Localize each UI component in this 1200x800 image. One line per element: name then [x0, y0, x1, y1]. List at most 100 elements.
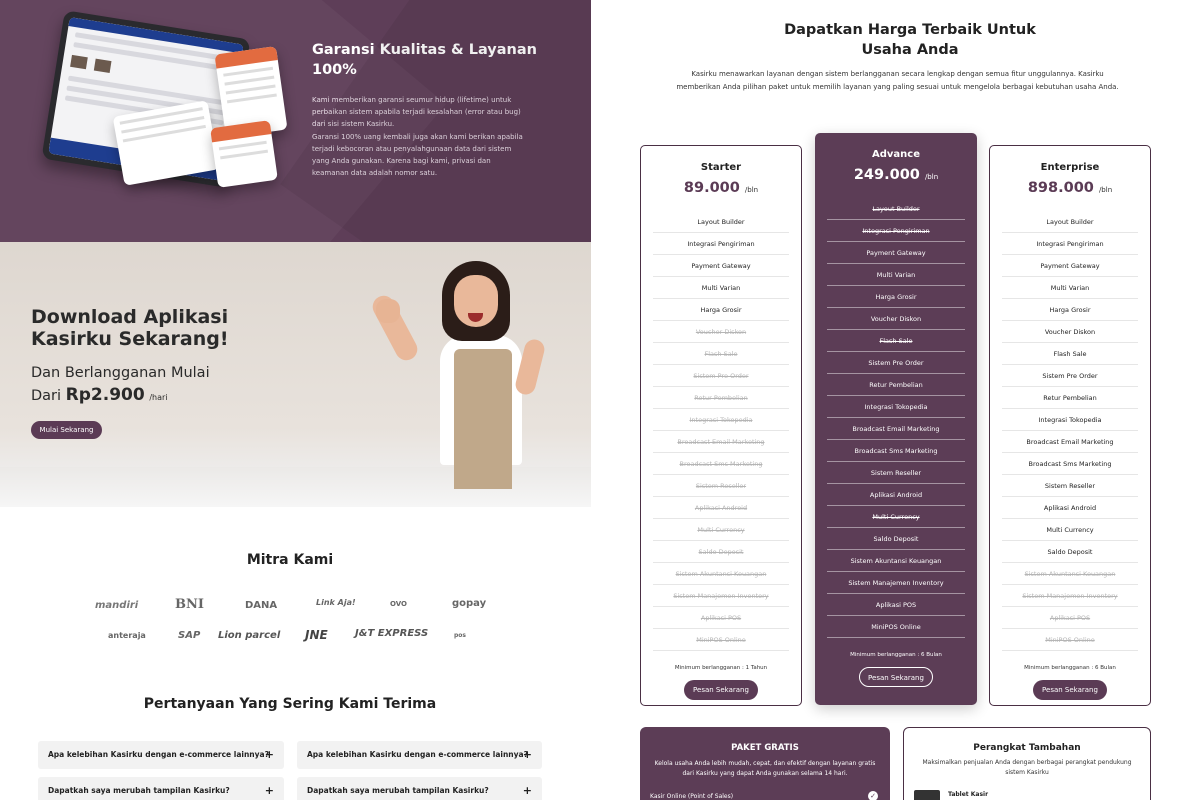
plan-feature: Harga Grosir [1002, 299, 1138, 321]
partners-title: Mitra Kami [246, 552, 334, 568]
tablet-icon [914, 790, 940, 800]
faq-item[interactable]: Apa kelebihan Kasirku dengan e-commerce … [297, 741, 542, 769]
guarantee-section: Garansi Kualitas & Layanan 100% Kami mem… [0, 0, 591, 242]
plan-feature: Aplikasi Android [653, 497, 789, 519]
extra-devices-card: Perangkat Tambahan Maksimalkan penjualan… [903, 727, 1151, 800]
faq-item[interactable]: Apa kelebihan Kasirku dengan e-commerce … [38, 741, 284, 769]
bni-logo: BNI [175, 597, 204, 612]
order-now-button[interactable]: Pesan Sekarang [1033, 680, 1107, 700]
guarantee-text-2: Garansi 100% uang kembali juga akan kami… [312, 133, 523, 177]
check-icon: ✓ [868, 791, 878, 800]
guarantee-title: Garansi Kualitas & Layanan 100% [312, 42, 537, 78]
download-subtitle: Dan Berlangganan Mulai Dari Rp2.900 /har… [31, 365, 210, 405]
plan-feature: Integrasi Tokopedia [1002, 409, 1138, 431]
order-now-button[interactable]: Pesan Sekarang [859, 667, 933, 687]
plan-card-starter: Starter 89.000 /bln Layout Builder Integras… [640, 145, 802, 706]
jne-logo: JNE [305, 628, 328, 642]
plan-feature: Layout Builder [827, 198, 965, 220]
plan-feature: Aplikasi Android [827, 484, 965, 506]
plan-feature: Retur Pembelian [653, 387, 789, 409]
plan-feature: Sistem Manajemen Inventory [653, 585, 789, 607]
plan-price: 249.000 /bln [853, 167, 939, 183]
plan-feature: MiniPOS Online [827, 616, 965, 638]
free-plan-desc: Kelola usaha Anda lebih mudah, cepat, da… [654, 760, 876, 777]
plan-feature: Broadcast Sms Marketing [827, 440, 965, 462]
plan-feature: Aplikasi POS [827, 594, 965, 616]
extra-devices-desc: Maksimalkan penjualan Anda dengan berbag… [922, 759, 1132, 776]
plan-card-enterprise: Enterprise 898.000 /bln Layout Builder Inte… [989, 145, 1151, 706]
plan-feature: Integrasi Pengiriman [1002, 233, 1138, 255]
plan-feature: Aplikasi POS [1002, 607, 1138, 629]
plan-feature: Saldo Deposit [827, 528, 965, 550]
start-now-button[interactable]: Mulai Sekarang [31, 421, 102, 439]
sap-logo: SAP [178, 630, 201, 641]
plan-name: Starter [700, 162, 742, 173]
plan-name: Advance [872, 149, 920, 160]
order-now-button[interactable]: Pesan Sekarang [684, 680, 758, 700]
mandiri-logo: mandiri [95, 600, 139, 611]
linkaja-logo: Link Aja! [316, 598, 356, 607]
plan-min-subscription: Minimum berlangganan : 1 Tahun [674, 665, 768, 671]
plan-feature: Harga Grosir [653, 299, 789, 321]
plan-feature: Multi Varian [653, 277, 789, 299]
free-plan-item: Kasir Online (Point of Sales) [650, 793, 734, 800]
plan-feature: Layout Builder [1002, 211, 1138, 233]
plan-feature: Sistem Akuntansi Keuangan [827, 550, 965, 572]
dana-logo: DANA [245, 600, 278, 611]
faq-item[interactable]: Dapatkah saya merubah tampilan Kasirku? + [297, 777, 542, 800]
plan-feature: Flash Sale [653, 343, 789, 365]
plan-name: Enterprise [1040, 162, 1100, 173]
pricing-title: Dapatkan Harga Terbaik Untuk Usaha Anda [784, 22, 1036, 58]
plan-feature: Broadcast Email Marketing [1002, 431, 1138, 453]
plan-feature: Multi Currency [827, 506, 965, 528]
plan-feature: Sistem Pre Order [653, 365, 789, 387]
plan-price: 898.000 /bln [1027, 180, 1113, 196]
plan-feature: Voucher Diskon [653, 321, 789, 343]
plan-feature: Sistem Akuntansi Keuangan [1002, 563, 1138, 585]
download-title: Download Aplikasi Kasirku Sekarang! [31, 306, 229, 350]
plan-feature: Voucher Diskon [827, 308, 965, 330]
download-banner: Download Aplikasi Kasirku Sekarang! Dan … [0, 242, 591, 507]
plus-icon: + [264, 784, 274, 797]
plus-icon: + [264, 748, 274, 761]
plan-feature: Sistem Reseller [827, 462, 965, 484]
plan-feature: Voucher Diskon [1002, 321, 1138, 343]
plan-feature: Payment Gateway [653, 255, 789, 277]
plan-feature: Broadcast Email Marketing [827, 418, 965, 440]
anteraja-logo: anteraja [108, 631, 146, 640]
plan-feature: Flash Sale [1002, 343, 1138, 365]
plan-feature: Aplikasi POS [653, 607, 789, 629]
plan-feature: Integrasi Tokopedia [653, 409, 789, 431]
plan-feature: Retur Pembelian [1002, 387, 1138, 409]
plan-feature: Integrasi Tokopedia [827, 396, 965, 418]
plan-feature: Sistem Reseller [653, 475, 789, 497]
faq-item[interactable]: Dapatkah saya merubah tampilan Kasirku? + [38, 777, 284, 800]
pos-logo: pos [454, 632, 466, 639]
woman-photo [368, 257, 560, 489]
extra-devices-title: Perangkat Tambahan [973, 743, 1081, 753]
plus-icon: + [522, 748, 532, 761]
plan-feature: Payment Gateway [827, 242, 965, 264]
plan-feature: Harga Grosir [827, 286, 965, 308]
download-price: Rp2.900 [65, 385, 145, 405]
plan-card-advance: Advance 249.000 /bln Layout Builder Integra… [815, 133, 977, 705]
plan-feature: Retur Pembelian [827, 374, 965, 396]
plan-feature: Saldo Deposit [1002, 541, 1138, 563]
page: { "hero": { "title": "Garansi Kualitas &… [0, 0, 1200, 800]
plan-feature: Sistem Akuntansi Keuangan [653, 563, 789, 585]
plan-feature: Sistem Manajemen Inventory [827, 572, 965, 594]
free-plan-title: PAKET GRATIS [731, 743, 799, 753]
phone-illustration [210, 120, 278, 188]
plan-feature: Broadcast Email Marketing [653, 431, 789, 453]
plan-feature: Multi Varian [1002, 277, 1138, 299]
plan-price: 89.000 /bln [683, 180, 759, 196]
ovo-logo: OVO [390, 600, 408, 608]
plan-feature: Flash Sale [827, 330, 965, 352]
extra-device-item: Tablet Kasir [948, 791, 989, 798]
plan-feature: Sistem Manajemen Inventory [1002, 585, 1138, 607]
plan-feature: Broadcast Sms Marketing [1002, 453, 1138, 475]
plan-feature: Layout Builder [653, 211, 789, 233]
plus-icon: + [522, 784, 532, 797]
plan-feature: Sistem Pre Order [827, 352, 965, 374]
faq-title: Pertanyaan Yang Sering Kami Terima [143, 696, 437, 712]
